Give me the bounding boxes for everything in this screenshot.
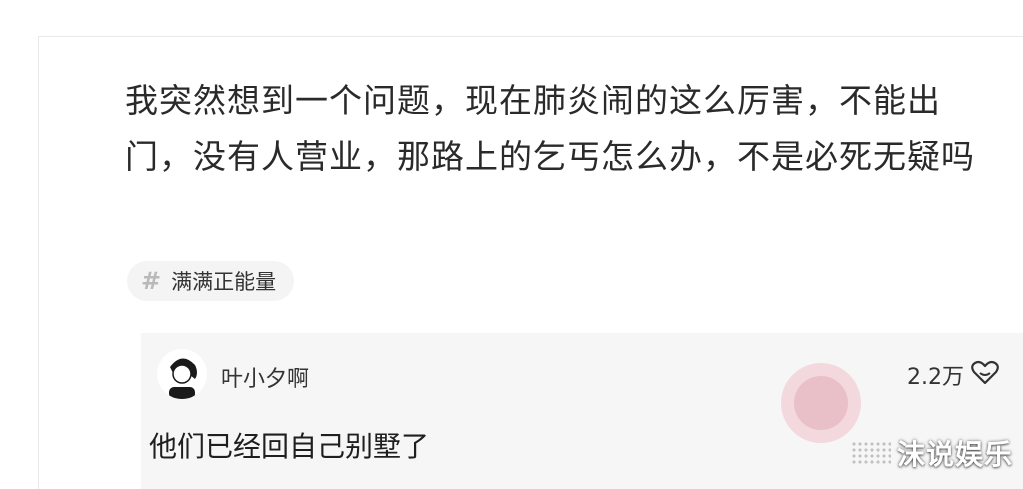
decorative-stamp [781,363,861,443]
post-text: 我突然想到一个问题，现在肺炎闹的这么厉害，不能出门，没有人营业，那路上的乞丐怎么… [125,81,975,176]
watermark-text: 沫说娱乐 [896,438,1013,471]
topic-tag-chip[interactable]: # 满满正能量 [127,261,295,301]
comment-text: 他们已经回自己别墅了 [149,430,430,463]
hash-icon: # [141,267,162,295]
avatar-icon [157,349,207,399]
commenter-name[interactable]: 叶小夕啊 [221,361,309,393]
topic-tag-label: 满满正能量 [171,270,277,294]
watermark-icon [850,441,891,465]
screenshot-page: 我突然想到一个问题，现在肺炎闹的这么厉害，不能出门，没有人营业，那路上的乞丐怎么… [0,0,1023,489]
avatar[interactable] [157,349,207,399]
like-control[interactable]: 2.2万 [907,359,1000,391]
watermark: 沫说娱乐 [850,433,1013,473]
like-icon[interactable] [970,360,1000,390]
like-count: 2.2万 [907,365,964,390]
post-card: 我突然想到一个问题，现在肺炎闹的这么厉害，不能出门，没有人营业，那路上的乞丐怎么… [38,36,1023,489]
